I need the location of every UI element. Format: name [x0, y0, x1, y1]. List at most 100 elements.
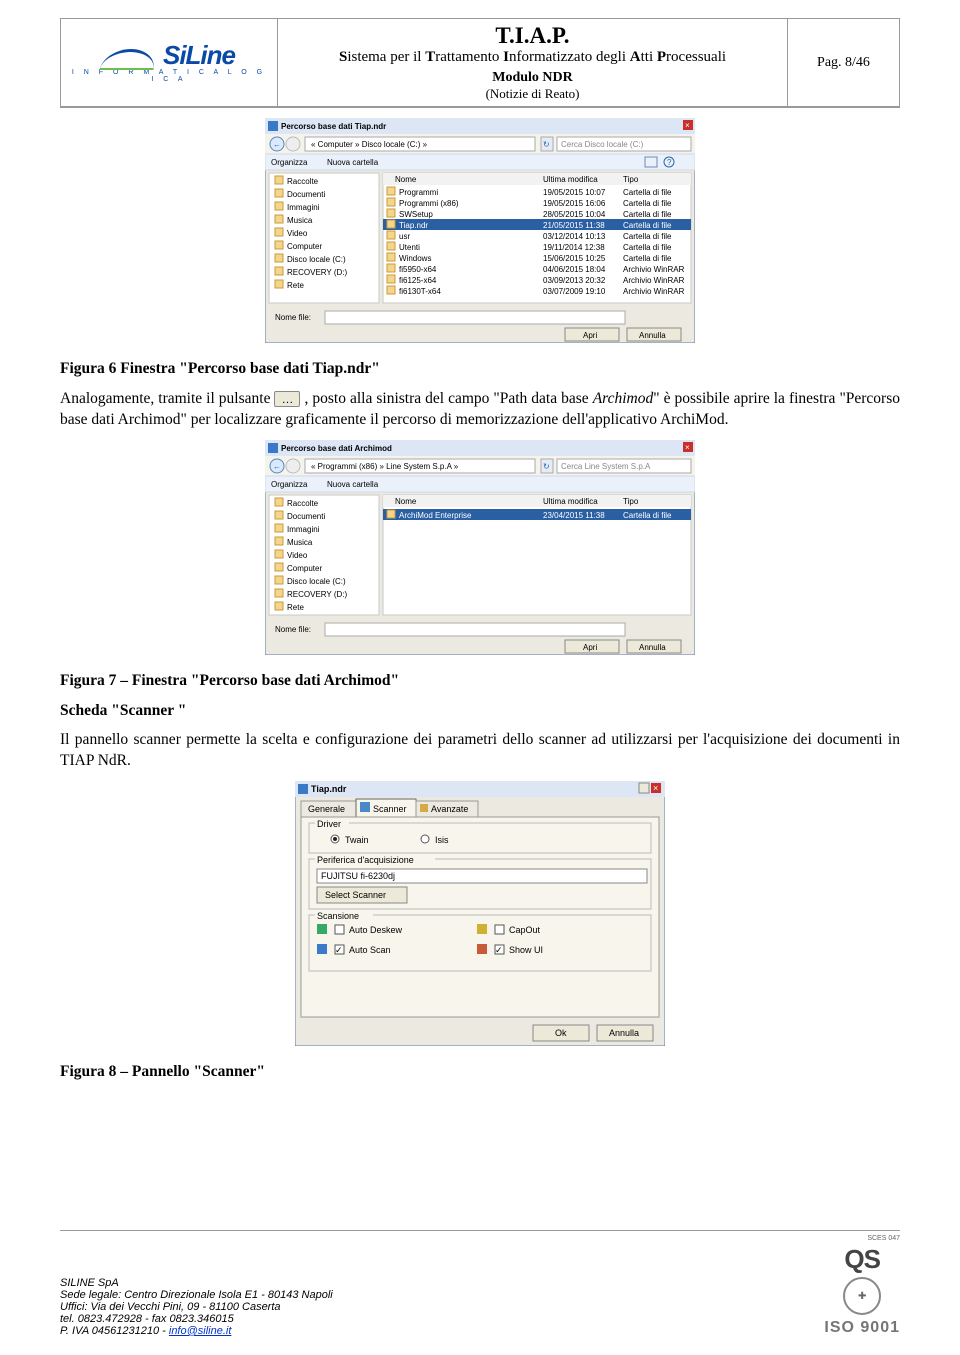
tree-item[interactable]: Musica [287, 216, 313, 225]
col-date[interactable]: Ultima modifica [543, 497, 598, 506]
svg-text:Cerca Line System S.p.A: Cerca Line System S.p.A [561, 462, 651, 471]
svg-text:03/09/2013 20:32: 03/09/2013 20:32 [543, 276, 606, 285]
svg-text:Cerca Disco locale (C:): Cerca Disco locale (C:) [561, 140, 644, 149]
tree-item[interactable]: Raccolte [287, 177, 319, 186]
list-item[interactable]: Programmi [399, 188, 438, 197]
siline-logo: SiLine I N F O R M A T I C A L O G I C A [69, 40, 269, 83]
option-icon [317, 944, 327, 954]
list-item[interactable]: SWSetup [399, 210, 433, 219]
list-item[interactable]: fi5950-x64 [399, 265, 437, 274]
col-name[interactable]: Nome [395, 497, 417, 506]
folder-icon [387, 275, 395, 283]
tree-item[interactable]: Musica [287, 538, 313, 547]
new-folder-button[interactable]: Nuova cartella [327, 480, 379, 489]
folder-icon [275, 189, 283, 197]
svg-text:Apri: Apri [583, 643, 597, 652]
tree-item[interactable]: Rete [287, 603, 304, 612]
tree-item[interactable]: Rete [287, 281, 304, 290]
list-item[interactable]: fi6125-x64 [399, 276, 437, 285]
folder-icon [387, 220, 395, 228]
tree-item[interactable]: Video [287, 229, 308, 238]
folder-icon [275, 576, 283, 584]
svg-text:21/05/2015 11:38: 21/05/2015 11:38 [543, 221, 605, 230]
svg-text:←: ← [273, 140, 281, 149]
col-name[interactable]: Nome [395, 175, 417, 184]
tree-item[interactable]: Disco locale (C:) [287, 255, 346, 264]
hs-b2: T [425, 49, 435, 65]
filename-input[interactable] [325, 623, 625, 636]
option-icon [477, 924, 487, 934]
hs-p5: rocessuali [666, 49, 726, 65]
list-item[interactable]: Tiap.ndr [399, 221, 428, 230]
header-page-number: Pag. 8/46 [788, 19, 900, 107]
folder-icon [275, 254, 283, 262]
tree-item[interactable]: Immagini [287, 525, 320, 534]
hs-p3: nformatizzato degli [509, 49, 630, 65]
p1c: Archimod [593, 390, 654, 407]
folder-icon [275, 202, 283, 210]
svg-text:04/06/2015 18:04: 04/06/2015 18:04 [543, 265, 606, 274]
svg-text:↻: ↻ [543, 462, 550, 471]
svg-text:Archivio WinRAR: Archivio WinRAR [623, 276, 685, 285]
tree-item[interactable]: Documenti [287, 512, 325, 521]
folder-icon [387, 231, 395, 239]
svg-text:Archivio WinRAR: Archivio WinRAR [623, 287, 685, 296]
svg-text:Archivio WinRAR: Archivio WinRAR [623, 265, 685, 274]
svg-text:Cartella di file: Cartella di file [623, 221, 672, 230]
folder-icon [387, 253, 395, 261]
folder-icon [275, 511, 283, 519]
page-footer: SILINE SpA Sede legale: Centro Direziona… [60, 1230, 900, 1337]
list-item[interactable]: Utenti [399, 243, 420, 252]
tree-item[interactable]: Computer [287, 242, 322, 251]
col-date[interactable]: Ultima modifica [543, 175, 598, 184]
tree-item[interactable]: Disco locale (C:) [287, 577, 346, 586]
svg-text:×: × [685, 443, 690, 452]
svg-text:23/04/2015 11:38: 23/04/2015 11:38 [543, 511, 605, 520]
sces-label: SCES 047 [824, 1235, 900, 1242]
tree-item[interactable]: Documenti [287, 190, 325, 199]
footer-address: SILINE SpA Sede legale: Centro Direziona… [60, 1277, 333, 1337]
minimize-icon[interactable] [639, 783, 649, 793]
organize-button[interactable]: Organizza [271, 480, 308, 489]
scansione-group-label: Scansione [317, 911, 359, 921]
organize-button[interactable]: Organizza [271, 158, 308, 167]
tree-item[interactable]: RECOVERY (D:) [287, 268, 347, 277]
list-item[interactable]: ArchiMod Enterprise [399, 511, 472, 520]
footer-email-link[interactable]: info@siline.it [169, 1325, 232, 1337]
folder-icon [275, 280, 283, 288]
new-folder-button[interactable]: Nuova cartella [327, 158, 379, 167]
advanced-tab-icon [420, 804, 428, 812]
svg-text:Apri: Apri [583, 331, 597, 340]
tree-item[interactable]: RECOVERY (D:) [287, 590, 347, 599]
col-type[interactable]: Tipo [623, 175, 639, 184]
folder-icon [275, 537, 283, 545]
tree-item[interactable]: Computer [287, 564, 322, 573]
header-module-sub: (Notizie di Reato) [286, 86, 779, 102]
hs-p4: tti [641, 49, 657, 65]
tree-item[interactable]: Video [287, 551, 308, 560]
checkbox-label: Auto Scan [349, 945, 391, 955]
tree-item[interactable]: Immagini [287, 203, 320, 212]
option-icon [477, 944, 487, 954]
tree-item[interactable]: Raccolte [287, 499, 319, 508]
folder-icon [387, 286, 395, 294]
list-item[interactable]: Programmi (x86) [399, 199, 459, 208]
checkbox[interactable] [495, 925, 504, 934]
list-item[interactable]: usr [399, 232, 410, 241]
svg-text:Cartella di file: Cartella di file [623, 511, 672, 520]
list-item[interactable]: Windows [399, 254, 431, 263]
hs-p1: istema per il [347, 49, 425, 65]
filename-input[interactable] [325, 311, 625, 324]
p1a: Analogamente, tramite il pulsante [60, 390, 274, 407]
forward-icon[interactable] [286, 459, 300, 473]
svg-text:Annulla: Annulla [609, 1028, 639, 1038]
col-type[interactable]: Tipo [623, 497, 639, 506]
list-item[interactable]: fi6130T-x64 [399, 287, 441, 296]
radio-isis[interactable] [421, 835, 429, 843]
checkbox[interactable] [335, 925, 344, 934]
svg-text:28/05/2015 10:04: 28/05/2015 10:04 [543, 210, 606, 219]
hs-b4: A [630, 49, 641, 65]
forward-icon[interactable] [286, 137, 300, 151]
qs-logo-icon: QS [824, 1244, 900, 1275]
folder-icon [275, 563, 283, 571]
